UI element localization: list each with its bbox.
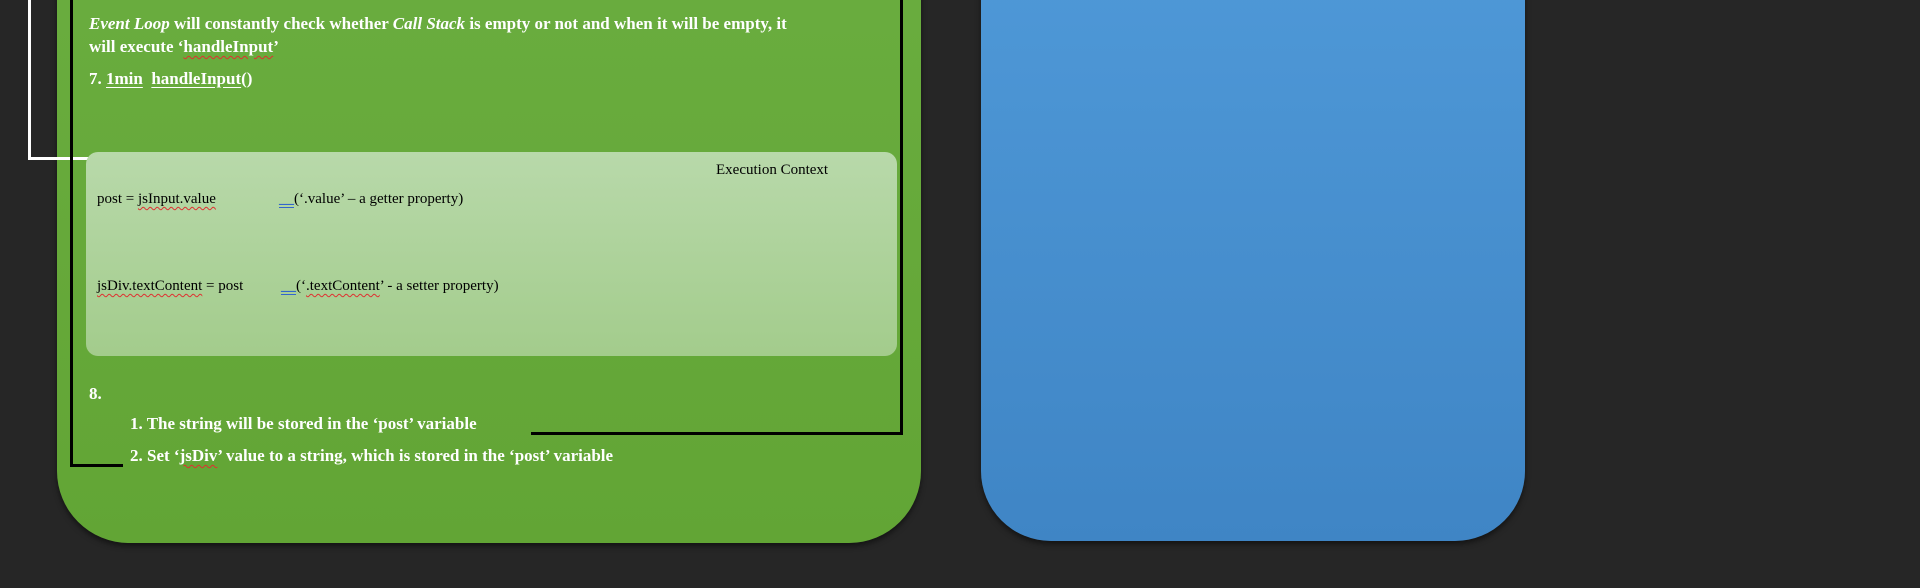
execution-context-box [86, 152, 897, 356]
event-loop-line-2: will execute ‘handleInput’ [89, 37, 279, 56]
execution-context-title: Execution Context [716, 162, 829, 178]
step-7-heading: 7. 1min handleInput() [89, 69, 253, 88]
bracket-line-right [900, 0, 903, 435]
step-8-heading: 8. [89, 384, 102, 403]
js-input-value: jsInput.value [137, 191, 216, 207]
ec-row-getter: post = jsInput.value [97, 191, 216, 207]
ec-row-setter: jsDiv.textContent = post [97, 278, 244, 294]
blue-slide-card [981, 0, 1525, 541]
event-loop-line-1: Event Loop will constantly check whether… [89, 14, 787, 33]
bracket-line-left [70, 0, 73, 467]
step-7-time: 1min [106, 69, 143, 88]
step-7-function: handleInput [151, 69, 242, 88]
js-div-textcontent: jsDiv.textContent [97, 278, 203, 294]
bracket-line-bottom-right [531, 432, 903, 435]
connector-line-vertical-left [28, 0, 31, 159]
bracket-line-bottom-left [70, 464, 123, 467]
step-8-item-2: 2. Set ‘jsDiv’ value to a string, which … [130, 446, 614, 465]
ec-row-getter-note: __(‘.value’ – a getter property) [279, 191, 464, 207]
step-8-item-1: 1. The string will be stored in the ‘pos… [130, 414, 477, 433]
ec-row-setter-note: __(‘.textContent’ - a setter property) [281, 278, 499, 294]
